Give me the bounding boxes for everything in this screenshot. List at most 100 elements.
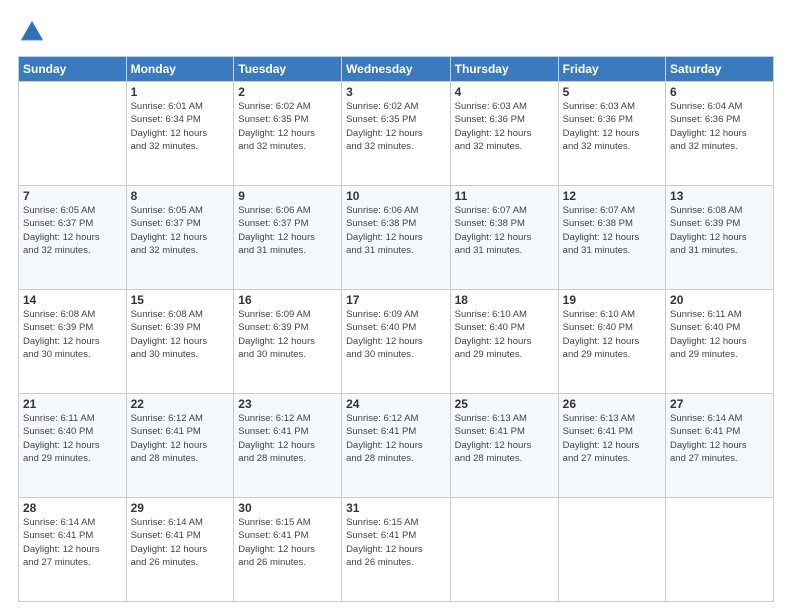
calendar-cell [558, 498, 665, 602]
day-info: Sunrise: 6:14 AM Sunset: 6:41 PM Dayligh… [23, 516, 122, 569]
calendar-cell [19, 82, 127, 186]
calendar-cell: 17Sunrise: 6:09 AM Sunset: 6:40 PM Dayli… [342, 290, 451, 394]
calendar-table: SundayMondayTuesdayWednesdayThursdayFrid… [18, 56, 774, 602]
day-info: Sunrise: 6:14 AM Sunset: 6:41 PM Dayligh… [131, 516, 230, 569]
calendar-cell: 18Sunrise: 6:10 AM Sunset: 6:40 PM Dayli… [450, 290, 558, 394]
day-info: Sunrise: 6:15 AM Sunset: 6:41 PM Dayligh… [238, 516, 337, 569]
calendar-cell [666, 498, 774, 602]
day-number: 6 [670, 85, 769, 99]
day-number: 23 [238, 397, 337, 411]
calendar-cell: 10Sunrise: 6:06 AM Sunset: 6:38 PM Dayli… [342, 186, 451, 290]
day-info: Sunrise: 6:10 AM Sunset: 6:40 PM Dayligh… [455, 308, 554, 361]
calendar-cell: 29Sunrise: 6:14 AM Sunset: 6:41 PM Dayli… [126, 498, 234, 602]
day-info: Sunrise: 6:08 AM Sunset: 6:39 PM Dayligh… [670, 204, 769, 257]
calendar-cell: 9Sunrise: 6:06 AM Sunset: 6:37 PM Daylig… [234, 186, 342, 290]
calendar-cell: 6Sunrise: 6:04 AM Sunset: 6:36 PM Daylig… [666, 82, 774, 186]
day-number: 27 [670, 397, 769, 411]
day-info: Sunrise: 6:06 AM Sunset: 6:38 PM Dayligh… [346, 204, 446, 257]
day-header-friday: Friday [558, 57, 665, 82]
calendar-cell: 4Sunrise: 6:03 AM Sunset: 6:36 PM Daylig… [450, 82, 558, 186]
day-info: Sunrise: 6:07 AM Sunset: 6:38 PM Dayligh… [455, 204, 554, 257]
calendar-cell: 19Sunrise: 6:10 AM Sunset: 6:40 PM Dayli… [558, 290, 665, 394]
calendar-cell: 13Sunrise: 6:08 AM Sunset: 6:39 PM Dayli… [666, 186, 774, 290]
day-number: 15 [131, 293, 230, 307]
day-info: Sunrise: 6:07 AM Sunset: 6:38 PM Dayligh… [563, 204, 661, 257]
day-info: Sunrise: 6:14 AM Sunset: 6:41 PM Dayligh… [670, 412, 769, 465]
day-info: Sunrise: 6:09 AM Sunset: 6:39 PM Dayligh… [238, 308, 337, 361]
day-number: 10 [346, 189, 446, 203]
day-info: Sunrise: 6:06 AM Sunset: 6:37 PM Dayligh… [238, 204, 337, 257]
logo [18, 18, 50, 46]
calendar-cell [450, 498, 558, 602]
day-number: 16 [238, 293, 337, 307]
calendar-week-row: 14Sunrise: 6:08 AM Sunset: 6:39 PM Dayli… [19, 290, 774, 394]
header [18, 18, 774, 46]
day-number: 1 [131, 85, 230, 99]
calendar-week-row: 1Sunrise: 6:01 AM Sunset: 6:34 PM Daylig… [19, 82, 774, 186]
day-info: Sunrise: 6:11 AM Sunset: 6:40 PM Dayligh… [23, 412, 122, 465]
calendar-cell: 27Sunrise: 6:14 AM Sunset: 6:41 PM Dayli… [666, 394, 774, 498]
day-info: Sunrise: 6:12 AM Sunset: 6:41 PM Dayligh… [238, 412, 337, 465]
day-info: Sunrise: 6:12 AM Sunset: 6:41 PM Dayligh… [346, 412, 446, 465]
day-info: Sunrise: 6:02 AM Sunset: 6:35 PM Dayligh… [346, 100, 446, 153]
day-number: 17 [346, 293, 446, 307]
calendar-cell: 7Sunrise: 6:05 AM Sunset: 6:37 PM Daylig… [19, 186, 127, 290]
day-number: 26 [563, 397, 661, 411]
day-info: Sunrise: 6:09 AM Sunset: 6:40 PM Dayligh… [346, 308, 446, 361]
day-number: 29 [131, 501, 230, 515]
day-number: 22 [131, 397, 230, 411]
day-number: 5 [563, 85, 661, 99]
day-info: Sunrise: 6:13 AM Sunset: 6:41 PM Dayligh… [455, 412, 554, 465]
day-info: Sunrise: 6:08 AM Sunset: 6:39 PM Dayligh… [23, 308, 122, 361]
day-info: Sunrise: 6:15 AM Sunset: 6:41 PM Dayligh… [346, 516, 446, 569]
day-number: 12 [563, 189, 661, 203]
calendar-cell: 20Sunrise: 6:11 AM Sunset: 6:40 PM Dayli… [666, 290, 774, 394]
calendar-cell: 5Sunrise: 6:03 AM Sunset: 6:36 PM Daylig… [558, 82, 665, 186]
day-info: Sunrise: 6:02 AM Sunset: 6:35 PM Dayligh… [238, 100, 337, 153]
calendar-cell: 26Sunrise: 6:13 AM Sunset: 6:41 PM Dayli… [558, 394, 665, 498]
day-number: 28 [23, 501, 122, 515]
calendar-cell: 31Sunrise: 6:15 AM Sunset: 6:41 PM Dayli… [342, 498, 451, 602]
day-number: 25 [455, 397, 554, 411]
calendar-cell: 16Sunrise: 6:09 AM Sunset: 6:39 PM Dayli… [234, 290, 342, 394]
day-info: Sunrise: 6:01 AM Sunset: 6:34 PM Dayligh… [131, 100, 230, 153]
day-info: Sunrise: 6:03 AM Sunset: 6:36 PM Dayligh… [563, 100, 661, 153]
logo-icon [18, 18, 46, 46]
calendar-cell: 30Sunrise: 6:15 AM Sunset: 6:41 PM Dayli… [234, 498, 342, 602]
day-number: 14 [23, 293, 122, 307]
day-number: 7 [23, 189, 122, 203]
day-header-sunday: Sunday [19, 57, 127, 82]
calendar-page: SundayMondayTuesdayWednesdayThursdayFrid… [0, 0, 792, 612]
day-header-saturday: Saturday [666, 57, 774, 82]
day-header-thursday: Thursday [450, 57, 558, 82]
day-info: Sunrise: 6:13 AM Sunset: 6:41 PM Dayligh… [563, 412, 661, 465]
calendar-cell: 21Sunrise: 6:11 AM Sunset: 6:40 PM Dayli… [19, 394, 127, 498]
day-number: 21 [23, 397, 122, 411]
calendar-week-row: 7Sunrise: 6:05 AM Sunset: 6:37 PM Daylig… [19, 186, 774, 290]
calendar-cell: 25Sunrise: 6:13 AM Sunset: 6:41 PM Dayli… [450, 394, 558, 498]
calendar-cell: 12Sunrise: 6:07 AM Sunset: 6:38 PM Dayli… [558, 186, 665, 290]
day-info: Sunrise: 6:08 AM Sunset: 6:39 PM Dayligh… [131, 308, 230, 361]
calendar-cell: 14Sunrise: 6:08 AM Sunset: 6:39 PM Dayli… [19, 290, 127, 394]
calendar-week-row: 21Sunrise: 6:11 AM Sunset: 6:40 PM Dayli… [19, 394, 774, 498]
day-header-tuesday: Tuesday [234, 57, 342, 82]
day-number: 13 [670, 189, 769, 203]
day-info: Sunrise: 6:11 AM Sunset: 6:40 PM Dayligh… [670, 308, 769, 361]
day-number: 2 [238, 85, 337, 99]
calendar-cell: 3Sunrise: 6:02 AM Sunset: 6:35 PM Daylig… [342, 82, 451, 186]
day-info: Sunrise: 6:12 AM Sunset: 6:41 PM Dayligh… [131, 412, 230, 465]
day-info: Sunrise: 6:10 AM Sunset: 6:40 PM Dayligh… [563, 308, 661, 361]
calendar-cell: 28Sunrise: 6:14 AM Sunset: 6:41 PM Dayli… [19, 498, 127, 602]
day-number: 24 [346, 397, 446, 411]
day-info: Sunrise: 6:03 AM Sunset: 6:36 PM Dayligh… [455, 100, 554, 153]
calendar-cell: 11Sunrise: 6:07 AM Sunset: 6:38 PM Dayli… [450, 186, 558, 290]
calendar-cell: 23Sunrise: 6:12 AM Sunset: 6:41 PM Dayli… [234, 394, 342, 498]
day-number: 31 [346, 501, 446, 515]
day-number: 30 [238, 501, 337, 515]
calendar-header-row: SundayMondayTuesdayWednesdayThursdayFrid… [19, 57, 774, 82]
day-number: 9 [238, 189, 337, 203]
day-info: Sunrise: 6:04 AM Sunset: 6:36 PM Dayligh… [670, 100, 769, 153]
day-info: Sunrise: 6:05 AM Sunset: 6:37 PM Dayligh… [23, 204, 122, 257]
calendar-cell: 15Sunrise: 6:08 AM Sunset: 6:39 PM Dayli… [126, 290, 234, 394]
calendar-cell: 2Sunrise: 6:02 AM Sunset: 6:35 PM Daylig… [234, 82, 342, 186]
